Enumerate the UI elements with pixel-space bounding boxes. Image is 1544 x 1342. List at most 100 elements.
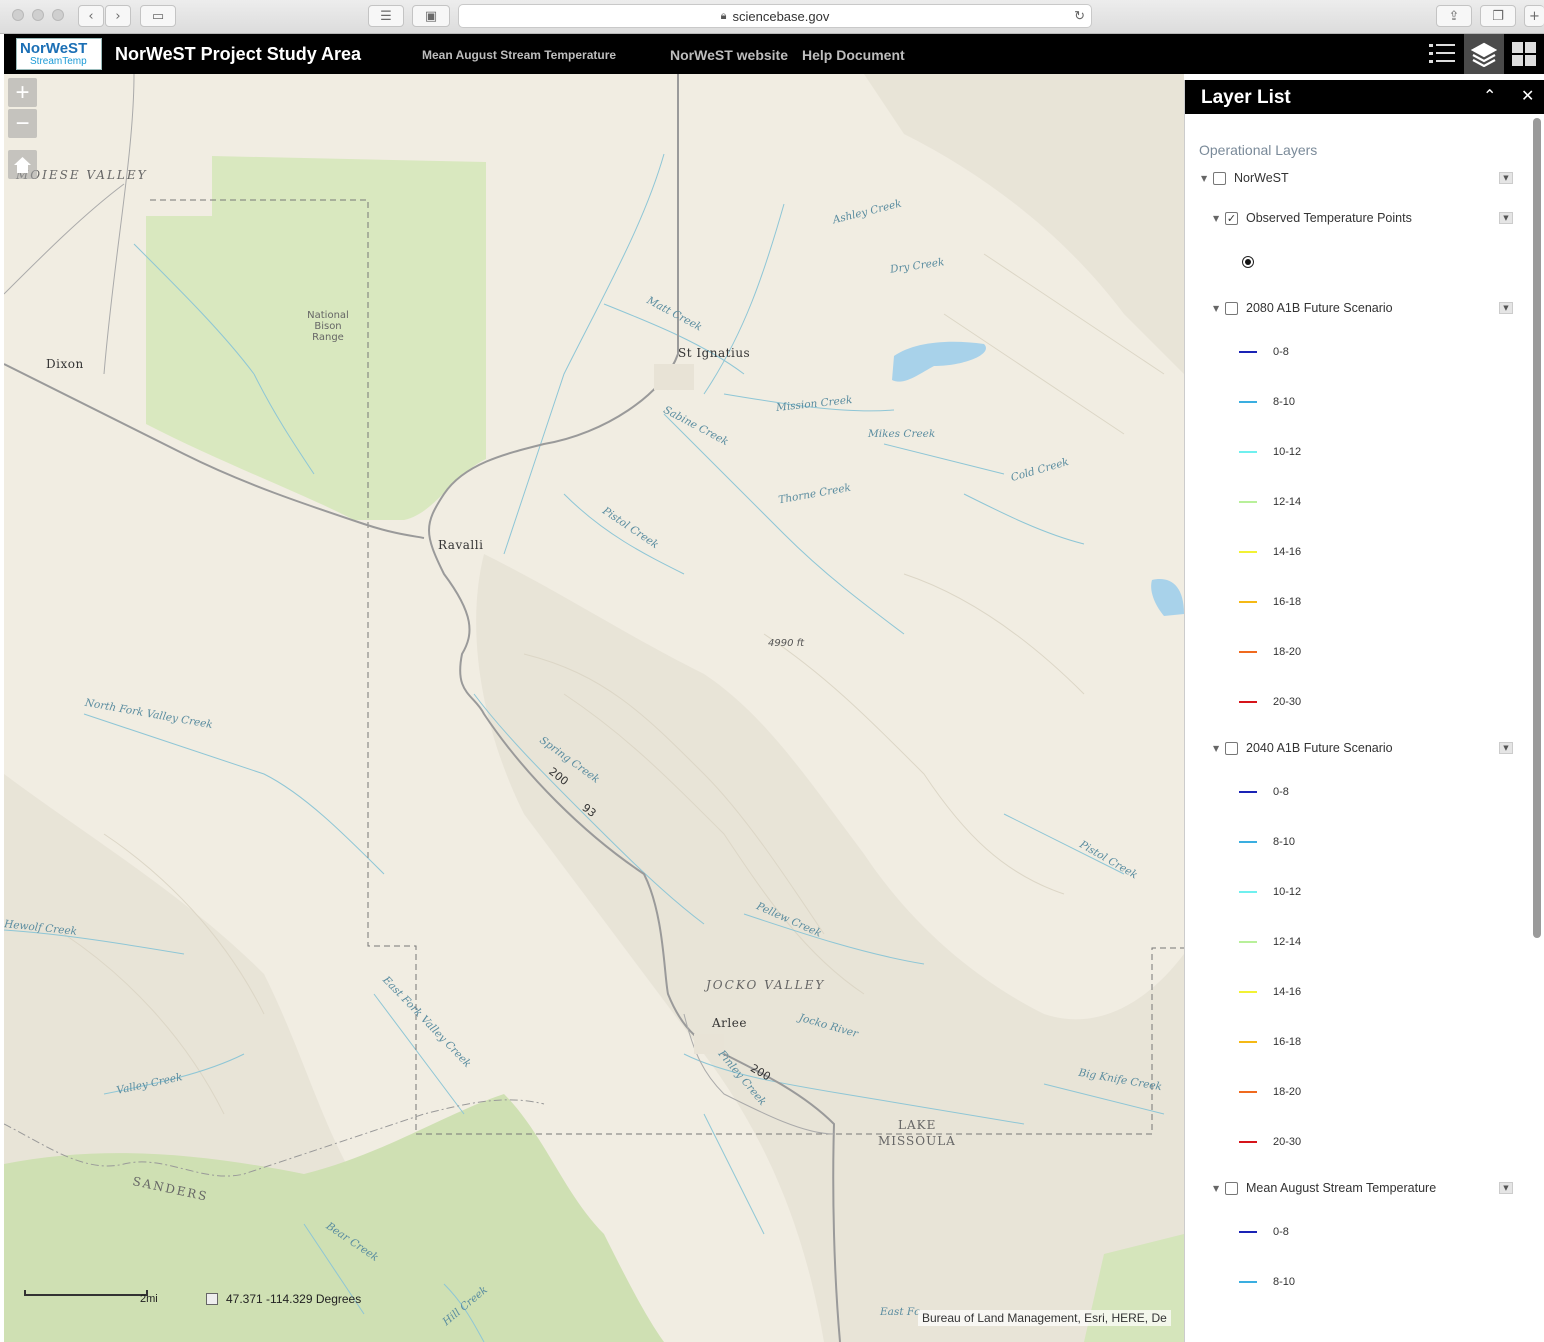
layer-label-2040: 2040 A1B Future Scenario <box>1246 741 1393 755</box>
new-tab-button[interactable]: + <box>1524 5 1544 27</box>
layer-checkbox-norwest[interactable] <box>1213 171 1226 185</box>
legend-swatch <box>1239 451 1257 453</box>
url-text: sciencebase.gov <box>732 8 830 24</box>
privacy-button[interactable]: ▣ <box>412 5 450 27</box>
scenario-2080-legend-item: 16-18 <box>1239 594 1301 610</box>
legend-swatch <box>1239 991 1257 993</box>
layer-list-button[interactable] <box>1422 34 1462 74</box>
close-panel-icon[interactable]: ✕ <box>1521 86 1534 105</box>
expand-triangle-icon[interactable]: ▼ <box>1213 744 1225 753</box>
layer-checkbox-mean-august[interactable] <box>1225 1181 1238 1195</box>
legend-swatch <box>1239 1231 1257 1233</box>
legend-swatch <box>1239 501 1257 503</box>
zoom-in-button[interactable]: + <box>8 78 37 107</box>
sidebar-button[interactable]: ▭ <box>140 5 176 27</box>
layer-menu-button-mean-august[interactable]: ▼ <box>1499 1182 1513 1194</box>
scenario-2040-legend-item: 12-14 <box>1239 934 1301 950</box>
layer-row-mean-august: ▼ Mean August Stream Temperature <box>1213 1178 1436 1198</box>
legend-label: 16-18 <box>1273 1036 1302 1048</box>
scenario-2080-legend-item: 0-8 <box>1239 344 1289 360</box>
layer-menu-button-observed[interactable]: ▼ <box>1499 212 1513 224</box>
logo-subtitle: StreamTemp <box>30 56 87 67</box>
back-button[interactable]: ‹ <box>78 5 104 27</box>
plus-icon: + <box>1529 8 1540 24</box>
list-icon <box>1429 44 1455 63</box>
panel-header: Layer List ⌃ ✕ <box>1185 80 1544 114</box>
sidebar-icon: ▭ <box>151 8 165 24</box>
rss-icon: ☰ <box>380 8 392 24</box>
layer-checkbox-observed[interactable]: ✓ <box>1225 211 1238 225</box>
scenario-2080-legend-item: 8-10 <box>1239 394 1295 410</box>
home-button[interactable] <box>8 150 37 179</box>
legend-swatch <box>1239 1281 1257 1283</box>
legend-label: 12-14 <box>1273 496 1302 508</box>
legend-label: 14-16 <box>1273 986 1302 998</box>
scenario-2040-legend-item: 8-10 <box>1239 834 1295 850</box>
reload-icon[interactable]: ↻ <box>1074 8 1085 24</box>
layer-list-panel: Layer List ⌃ ✕ Operational Layers ▼ NorW… <box>1184 80 1544 1342</box>
legend-swatch <box>1239 701 1257 703</box>
layer-label-mean-august: Mean August Stream Temperature <box>1246 1181 1437 1195</box>
layers-button[interactable] <box>1464 34 1504 74</box>
lock-icon: 🔒︎ <box>720 9 727 22</box>
layer-menu-button-2080[interactable]: ▼ <box>1499 302 1513 314</box>
map-label-lake: LAKE <box>898 1118 937 1132</box>
expand-triangle-icon[interactable]: ▼ <box>1213 214 1225 223</box>
window-zoom-button[interactable] <box>52 9 64 21</box>
layer-row-norwest: ▼ NorWeST <box>1201 168 1289 188</box>
layer-label-2080: 2080 A1B Future Scenario <box>1246 301 1393 315</box>
scenario-2040-legend-item: 14-16 <box>1239 984 1301 1000</box>
legend-label: 20-30 <box>1273 1136 1302 1148</box>
chevron-right-icon: › <box>115 8 121 24</box>
map-label-dixon: Dixon <box>46 357 84 371</box>
point-symbol-icon <box>1242 256 1254 268</box>
map-attribution: Bureau of Land Management, Esri, HERE, D… <box>918 1310 1171 1326</box>
legend-label: 14-16 <box>1273 546 1302 558</box>
legend-label: 10-12 <box>1273 886 1302 898</box>
expand-triangle-icon[interactable]: ▼ <box>1201 174 1213 183</box>
norwest-website-link[interactable]: NorWeST website <box>670 47 788 63</box>
zoom-out-button[interactable]: − <box>8 109 37 138</box>
norwest-logo[interactable]: NorWeST StreamTemp <box>16 38 102 70</box>
logo-title: NorWeST <box>20 40 88 57</box>
share-icon: ⇪ <box>1448 8 1460 24</box>
layer-checkbox-2080[interactable] <box>1225 301 1238 315</box>
address-bar[interactable]: 🔒︎ sciencebase.gov ↻ <box>458 4 1092 28</box>
scenario-2040-legend-item: 16-18 <box>1239 1034 1301 1050</box>
scenario-2080-legend-item: 14-16 <box>1239 544 1301 560</box>
legend-label: 8-10 <box>1273 836 1296 848</box>
mean-august-legend-item: 8-10 <box>1239 1274 1295 1290</box>
share-button[interactable]: ⇪ <box>1436 5 1472 27</box>
layer-label-norwest: NorWeST <box>1234 171 1289 185</box>
layer-menu-button-2040[interactable]: ▼ <box>1499 742 1513 754</box>
scenario-2080-legend-item: 10-12 <box>1239 444 1301 460</box>
rss-button[interactable]: ☰ <box>368 5 404 27</box>
panel-title: Layer List <box>1201 87 1291 108</box>
expand-triangle-icon[interactable]: ▼ <box>1213 1184 1225 1193</box>
map-label-bison-range: National Bison Range <box>307 310 349 343</box>
tabs-button[interactable]: ❐ <box>1480 5 1516 27</box>
forward-button[interactable]: › <box>105 5 131 27</box>
legend-label: 0-8 <box>1273 1226 1289 1238</box>
help-document-link[interactable]: Help Document <box>802 47 905 63</box>
layer-checkbox-2040[interactable] <box>1225 741 1238 755</box>
panel-scrollbar[interactable] <box>1533 118 1541 938</box>
basemap-gallery-button[interactable] <box>1504 34 1544 74</box>
layers-icon <box>1471 42 1497 67</box>
layer-label-observed: Observed Temperature Points <box>1246 211 1412 225</box>
layer-menu-button-norwest[interactable]: ▼ <box>1499 172 1513 184</box>
expand-triangle-icon[interactable]: ▼ <box>1213 304 1225 313</box>
coordinate-readout: 47.371 -114.329 Degrees <box>206 1292 361 1306</box>
coordinate-icon[interactable] <box>206 1293 218 1305</box>
legend-swatch <box>1239 841 1257 843</box>
mean-august-link[interactable]: Mean August Stream Temperature <box>422 48 616 62</box>
legend-swatch <box>1239 351 1257 353</box>
app-title: NorWeST Project Study Area <box>115 44 362 64</box>
legend-label: 0-8 <box>1273 346 1289 358</box>
map-view[interactable]: MOIESE VALLEY Dixon National Bison Range… <box>4 74 1184 1342</box>
window-minimize-button[interactable] <box>32 9 44 21</box>
legend-label: 12-14 <box>1273 936 1302 948</box>
window-close-button[interactable] <box>12 9 24 21</box>
legend-label: 18-20 <box>1273 646 1302 658</box>
collapse-panel-icon[interactable]: ⌃ <box>1483 86 1496 105</box>
